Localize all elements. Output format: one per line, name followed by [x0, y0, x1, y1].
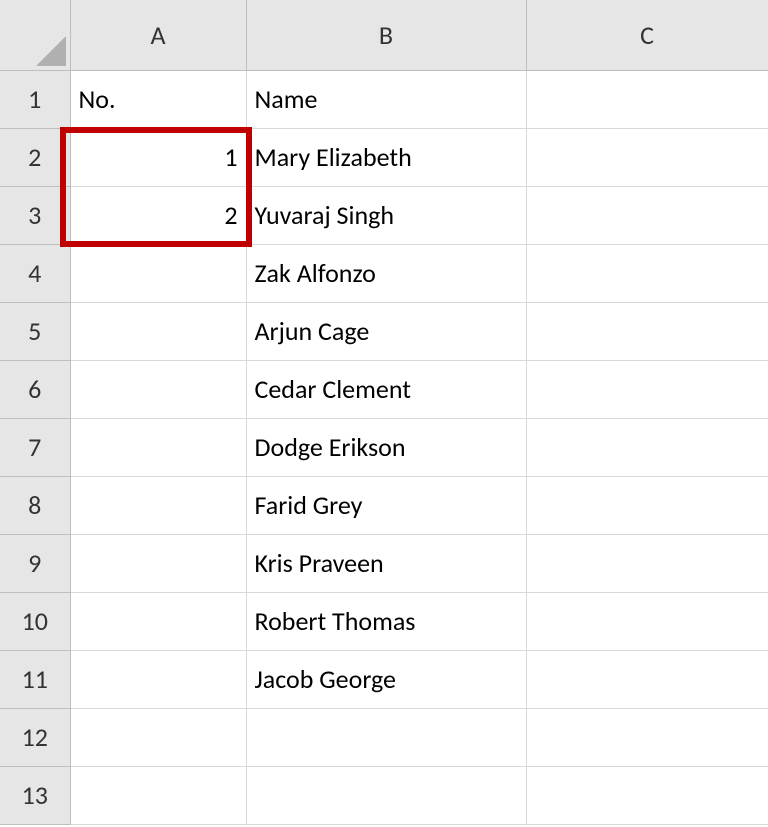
row-8: 8 Farid Grey: [0, 476, 768, 534]
row-header-1[interactable]: 1: [0, 70, 70, 128]
cell-A1[interactable]: No.: [70, 70, 246, 128]
row-header-6[interactable]: 6: [0, 360, 70, 418]
cell-A2[interactable]: 1: [70, 128, 246, 186]
cell-A13[interactable]: [70, 766, 246, 824]
row-5: 5 Arjun Cage: [0, 302, 768, 360]
cell-C6[interactable]: [526, 360, 768, 418]
cell-C1[interactable]: [526, 70, 768, 128]
cell-B7[interactable]: Dodge Erikson: [246, 418, 526, 476]
row-11: 11 Jacob George: [0, 650, 768, 708]
cell-B2[interactable]: Mary Elizabeth: [246, 128, 526, 186]
cell-C2[interactable]: [526, 128, 768, 186]
row-header-8[interactable]: 8: [0, 476, 70, 534]
row-3: 3 2 Yuvaraj Singh: [0, 186, 768, 244]
row-header-4[interactable]: 4: [0, 244, 70, 302]
select-all-corner[interactable]: [0, 0, 70, 70]
row-header-11[interactable]: 11: [0, 650, 70, 708]
spreadsheet-viewport: A B C 1 No. Name 2 1 Mary Elizabeth 3 2 …: [0, 0, 768, 827]
cell-B11[interactable]: Jacob George: [246, 650, 526, 708]
cell-B6[interactable]: Cedar Clement: [246, 360, 526, 418]
row-header-5[interactable]: 5: [0, 302, 70, 360]
row-header-13[interactable]: 13: [0, 766, 70, 824]
cell-A4[interactable]: [70, 244, 246, 302]
column-header-C[interactable]: C: [526, 0, 768, 70]
row-2: 2 1 Mary Elizabeth: [0, 128, 768, 186]
cell-A10[interactable]: [70, 592, 246, 650]
row-9: 9 Kris Praveen: [0, 534, 768, 592]
spreadsheet-grid[interactable]: A B C 1 No. Name 2 1 Mary Elizabeth 3 2 …: [0, 0, 768, 825]
row-4: 4 Zak Alfonzo: [0, 244, 768, 302]
row-header-9[interactable]: 9: [0, 534, 70, 592]
cell-A12[interactable]: [70, 708, 246, 766]
cell-C7[interactable]: [526, 418, 768, 476]
cell-C10[interactable]: [526, 592, 768, 650]
cell-C3[interactable]: [526, 186, 768, 244]
column-header-B[interactable]: B: [246, 0, 526, 70]
cell-A6[interactable]: [70, 360, 246, 418]
column-header-A[interactable]: A: [70, 0, 246, 70]
cell-B5[interactable]: Arjun Cage: [246, 302, 526, 360]
cell-B12[interactable]: [246, 708, 526, 766]
row-10: 10 Robert Thomas: [0, 592, 768, 650]
row-6: 6 Cedar Clement: [0, 360, 768, 418]
cell-C13[interactable]: [526, 766, 768, 824]
cell-B13[interactable]: [246, 766, 526, 824]
cell-C4[interactable]: [526, 244, 768, 302]
cell-A9[interactable]: [70, 534, 246, 592]
cell-A8[interactable]: [70, 476, 246, 534]
cell-B4[interactable]: Zak Alfonzo: [246, 244, 526, 302]
select-all-triangle-icon: [36, 36, 66, 66]
row-13: 13: [0, 766, 768, 824]
row-1: 1 No. Name: [0, 70, 768, 128]
cell-B10[interactable]: Robert Thomas: [246, 592, 526, 650]
cell-C12[interactable]: [526, 708, 768, 766]
cell-A5[interactable]: [70, 302, 246, 360]
cell-B3[interactable]: Yuvaraj Singh: [246, 186, 526, 244]
cell-B1[interactable]: Name: [246, 70, 526, 128]
row-header-10[interactable]: 10: [0, 592, 70, 650]
row-header-2[interactable]: 2: [0, 128, 70, 186]
cell-A7[interactable]: [70, 418, 246, 476]
cell-C11[interactable]: [526, 650, 768, 708]
cell-B8[interactable]: Farid Grey: [246, 476, 526, 534]
cell-C8[interactable]: [526, 476, 768, 534]
row-header-12[interactable]: 12: [0, 708, 70, 766]
row-7: 7 Dodge Erikson: [0, 418, 768, 476]
cell-B9[interactable]: Kris Praveen: [246, 534, 526, 592]
cell-A11[interactable]: [70, 650, 246, 708]
row-12: 12: [0, 708, 768, 766]
row-header-7[interactable]: 7: [0, 418, 70, 476]
cell-C5[interactable]: [526, 302, 768, 360]
row-header-3[interactable]: 3: [0, 186, 70, 244]
cell-C9[interactable]: [526, 534, 768, 592]
cell-A3[interactable]: 2: [70, 186, 246, 244]
